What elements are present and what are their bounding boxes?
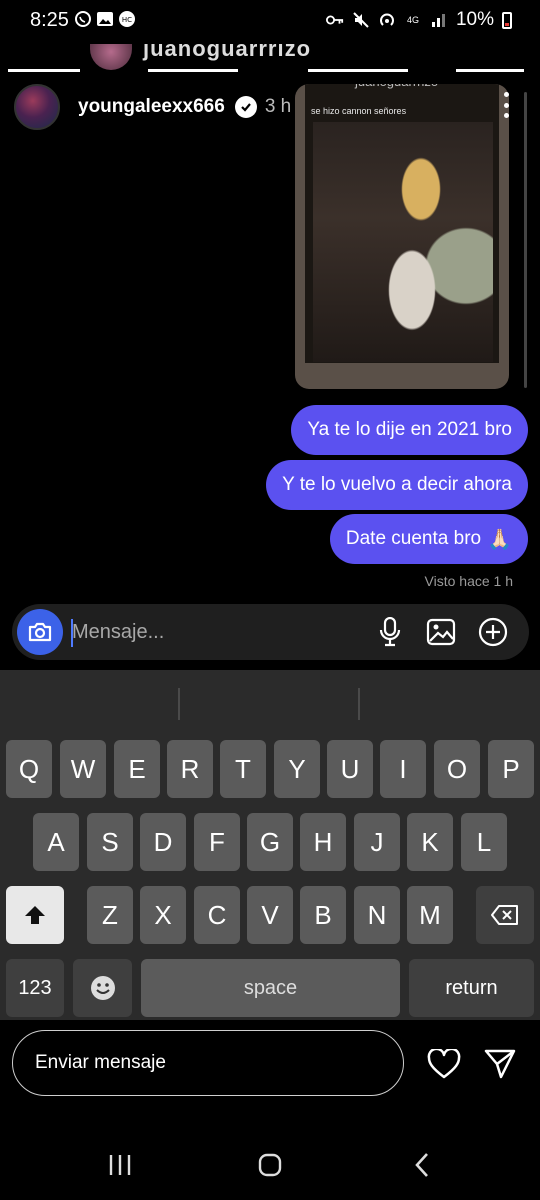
message-text: Y te lo vuelvo a decir ahora xyxy=(282,474,512,495)
key-q[interactable]: Q xyxy=(6,740,52,798)
camera-icon xyxy=(28,622,52,642)
key-l[interactable]: L xyxy=(461,813,507,871)
key-j[interactable]: J xyxy=(354,813,400,871)
recents-icon[interactable] xyxy=(100,1150,140,1180)
progress-segment xyxy=(8,69,80,72)
message-bubble[interactable]: Y te lo vuelvo a decir ahora xyxy=(266,460,528,510)
shift-key[interactable] xyxy=(6,886,64,944)
key-y[interactable]: Y xyxy=(274,740,320,798)
story-progress-strip: juanoguarrrizo xyxy=(8,44,524,74)
pray-emoji: 🙏🏻 xyxy=(487,528,512,551)
key-t[interactable]: T xyxy=(220,740,266,798)
shared-story-username[interactable]: youngaleexx666 xyxy=(78,96,225,118)
key-r[interactable]: R xyxy=(167,740,213,798)
microphone-icon[interactable] xyxy=(374,616,406,648)
verified-badge-icon xyxy=(234,96,257,118)
key-b[interactable]: B xyxy=(300,886,346,944)
key-z[interactable]: Z xyxy=(87,886,133,944)
numbers-key[interactable]: 123 xyxy=(6,959,64,1017)
message-bubble[interactable]: Ya te lo dije en 2021 bro xyxy=(291,405,528,455)
backspace-key[interactable] xyxy=(476,886,534,944)
key-h[interactable]: H xyxy=(300,813,346,871)
key-d[interactable]: D xyxy=(140,813,186,871)
key-n[interactable]: N xyxy=(354,886,400,944)
story-caption: se hizo cannon señores xyxy=(311,106,407,116)
progress-segment xyxy=(308,69,408,72)
message-text: Ya te lo dije en 2021 bro xyxy=(307,419,512,440)
progress-segment xyxy=(148,69,238,72)
key-f[interactable]: F xyxy=(194,813,240,871)
key-g[interactable]: G xyxy=(247,813,293,871)
key-a[interactable]: A xyxy=(33,813,79,871)
svg-text:HC: HC xyxy=(122,16,132,24)
key-x[interactable]: X xyxy=(140,886,186,944)
home-icon[interactable] xyxy=(250,1150,290,1180)
camera-button[interactable] xyxy=(17,609,63,655)
navigation-bar xyxy=(0,1130,540,1200)
suggestion-divider xyxy=(178,688,180,720)
emoji-key[interactable] xyxy=(73,959,132,1017)
more-options-icon[interactable] xyxy=(503,92,509,118)
emoji-icon xyxy=(90,976,115,1000)
story-reply-bar: Enviar mensaje xyxy=(0,1020,540,1120)
send-icon[interactable] xyxy=(480,1044,520,1084)
hc-icon: HC xyxy=(118,10,136,28)
whatsapp-icon xyxy=(74,10,92,28)
heart-icon[interactable] xyxy=(424,1044,464,1084)
key-p[interactable]: P xyxy=(488,740,534,798)
status-time: 8:25 xyxy=(30,9,69,31)
suggestion-divider xyxy=(358,688,360,720)
backspace-icon xyxy=(491,905,518,925)
key-w[interactable]: W xyxy=(60,740,106,798)
signal-icon xyxy=(430,11,448,29)
key-u[interactable]: U xyxy=(327,740,373,798)
battery-percent: 10% xyxy=(455,9,494,30)
message-bubble[interactable]: Date cuenta bro 🙏🏻 xyxy=(329,514,528,564)
suggestion-bar xyxy=(0,670,540,732)
strip-username: juanoguarrrizo xyxy=(143,44,312,61)
message-text: Date cuenta bro xyxy=(345,528,482,549)
return-key[interactable]: return xyxy=(409,959,534,1017)
shift-icon xyxy=(25,906,45,924)
shared-story-header[interactable]: youngaleexx666 3 h xyxy=(14,84,304,130)
message-composer xyxy=(12,604,529,660)
message-input[interactable] xyxy=(72,616,362,648)
key-m[interactable]: M xyxy=(407,886,453,944)
key-e[interactable]: E xyxy=(114,740,160,798)
key-v[interactable]: V xyxy=(247,886,293,944)
strip-avatar xyxy=(90,44,132,70)
seen-status: Visto hace 1 h xyxy=(424,573,513,589)
gallery-icon[interactable] xyxy=(425,616,457,648)
status-bar: 8:25 HC 4G 10% xyxy=(0,0,540,40)
story-preview: juanoguarrrizo se hizo cannon señores xyxy=(305,84,499,363)
battery-icon xyxy=(502,11,512,29)
key-c[interactable]: C xyxy=(194,886,240,944)
image-icon xyxy=(96,10,114,28)
key-k[interactable]: K xyxy=(407,813,453,871)
key-icon xyxy=(325,11,344,29)
keyboard: Q W E R T Y U I O P A S D F G H J K L Z … xyxy=(0,670,540,1020)
shared-story-card[interactable]: juanoguarrrizo se hizo cannon señores xyxy=(295,84,509,389)
avatar[interactable] xyxy=(14,84,60,130)
progress-segment xyxy=(456,69,524,72)
space-key[interactable]: space xyxy=(141,959,400,1017)
key-o[interactable]: O xyxy=(434,740,480,798)
story-photo xyxy=(313,122,493,362)
back-icon[interactable] xyxy=(402,1150,442,1180)
network-type-icon: 4G xyxy=(406,14,419,25)
key-s[interactable]: S xyxy=(87,813,133,871)
add-icon[interactable] xyxy=(477,616,509,648)
hotspot-icon xyxy=(378,11,396,29)
story-reply-input[interactable]: Enviar mensaje xyxy=(12,1030,404,1096)
story-account-name: juanoguarrrizo xyxy=(355,84,438,89)
mute-icon xyxy=(352,11,370,29)
scrollbar xyxy=(524,92,527,388)
shared-story-time: 3 h xyxy=(264,96,292,117)
key-i[interactable]: I xyxy=(380,740,426,798)
